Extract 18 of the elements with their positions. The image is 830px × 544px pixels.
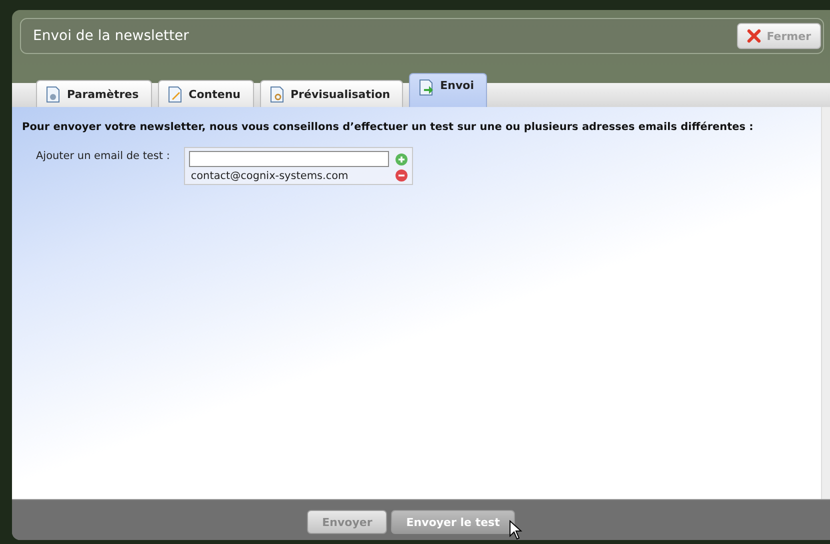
email-entry: contact@cognix-systems.com [190,170,348,182]
document-icon [166,86,183,102]
document-icon [45,86,61,102]
add-icon[interactable] [394,152,408,166]
scrollbar[interactable] [821,107,830,499]
mouse-cursor-icon [508,520,523,540]
field-label: Ajouter un email de test : [36,149,170,164]
tab[interactable]: Prévisualisation [260,80,404,107]
close-icon [746,29,761,43]
tab[interactable]: Contenu [158,80,254,107]
instruction-text: Pour envoyer votre newsletter, nous vous conseillons d’effectuer un test sur une ou plusieurs adresses emails différentes : [22,121,754,133]
email-input-field[interactable] [188,151,389,167]
tab[interactable]: Envoi [409,73,487,107]
document-icon [418,79,434,96]
document-icon [268,86,284,102]
remove-icon[interactable] [394,169,408,182]
tab[interactable]: Paramètres [36,80,152,107]
window-title: Envoi de la newsletter [33,28,189,44]
